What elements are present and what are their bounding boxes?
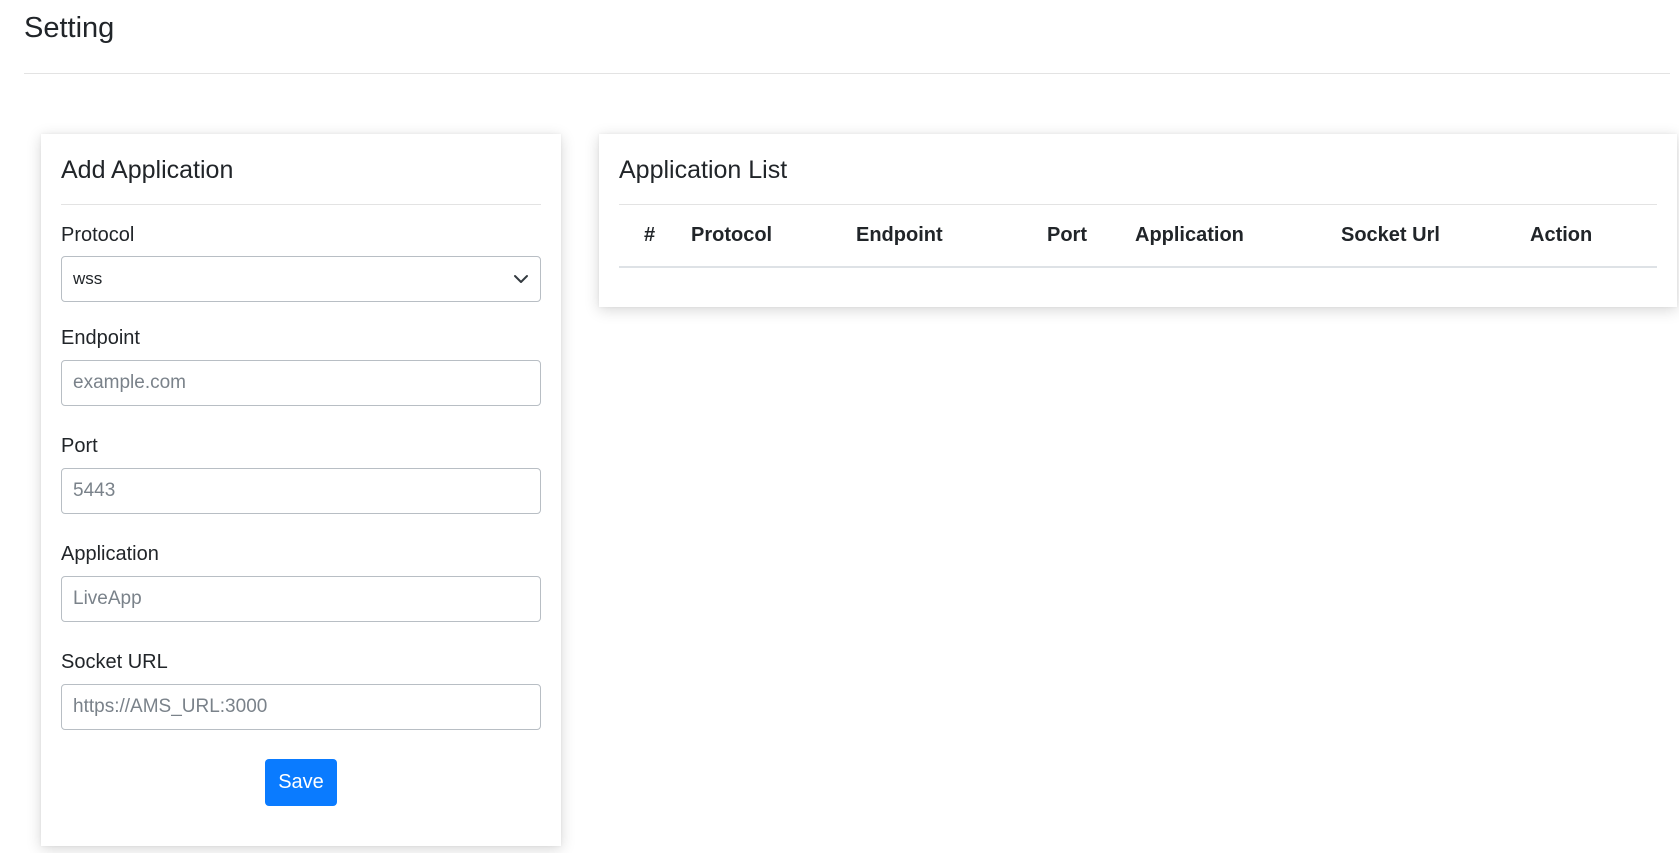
column-header-protocol: Protocol xyxy=(691,205,856,268)
application-list-card: Application List # Protocol Endpoint Por… xyxy=(599,134,1677,307)
column-header-port: Port xyxy=(1047,205,1135,268)
column-header-index: # xyxy=(619,205,691,268)
column-header-endpoint: Endpoint xyxy=(856,205,1047,268)
application-list-title: Application List xyxy=(619,156,788,184)
page-title: Setting xyxy=(24,12,115,44)
add-application-card: Add Application Protocol wss Endpoint Po… xyxy=(41,134,561,846)
application-label: Application xyxy=(61,543,159,565)
application-table: # Protocol Endpoint Port Application Soc… xyxy=(619,205,1657,268)
endpoint-input[interactable] xyxy=(73,361,529,405)
protocol-selected-value: wss xyxy=(73,269,103,288)
socket-url-label: Socket URL xyxy=(61,651,168,673)
port-field-box xyxy=(61,468,541,514)
add-application-title: Add Application xyxy=(61,156,234,184)
add-application-divider xyxy=(61,204,541,205)
port-label: Port xyxy=(61,435,98,457)
socket-url-field-box xyxy=(61,684,541,730)
column-header-action: Action xyxy=(1530,205,1657,268)
save-button[interactable]: Save xyxy=(265,759,337,806)
chevron-down-icon xyxy=(513,271,529,287)
port-input[interactable] xyxy=(73,469,529,513)
application-field-box xyxy=(61,576,541,622)
protocol-label: Protocol xyxy=(61,224,135,246)
application-input[interactable] xyxy=(73,577,529,621)
page-divider xyxy=(24,73,1670,74)
table-header-row: # Protocol Endpoint Port Application Soc… xyxy=(619,205,1657,268)
endpoint-field-box xyxy=(61,360,541,406)
socket-url-input[interactable] xyxy=(73,685,529,729)
column-header-socket-url: Socket Url xyxy=(1341,205,1530,268)
protocol-select[interactable]: wss xyxy=(61,256,541,302)
endpoint-label: Endpoint xyxy=(61,327,140,349)
column-header-application: Application xyxy=(1135,205,1341,268)
settings-page: Setting Add Application Protocol wss End… xyxy=(0,0,1679,853)
